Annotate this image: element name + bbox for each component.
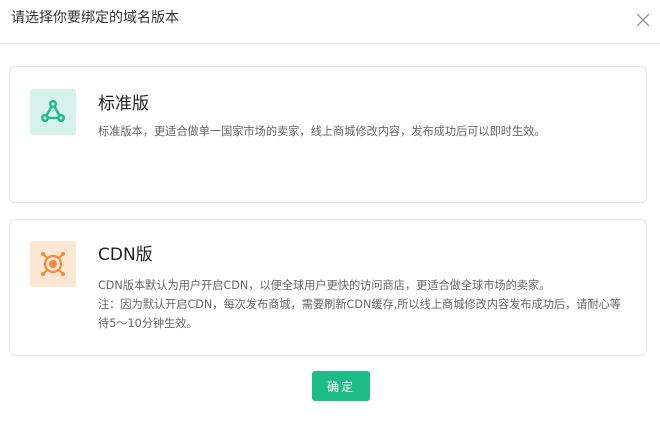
standard-version-icon-box	[30, 89, 76, 135]
cdn-version-title: CDN版	[98, 245, 153, 265]
standard-version-title: 标准版	[98, 94, 149, 114]
standard-version-option[interactable]: 标准版 标准版本，更适合做单一国家市场的卖家，线上商城修改内容，发布成功后可以即…	[9, 66, 647, 203]
close-icon[interactable]	[633, 10, 653, 30]
domain-version-dialog: 请选择你要绑定的域名版本 标准版 标准版本，更适合做单一国家市场的卖家，线上商城…	[0, 0, 660, 423]
dialog-title: 请选择你要绑定的域名版本	[11, 10, 179, 26]
globe-cdn-icon	[41, 252, 65, 276]
cdn-version-icon-box	[30, 241, 76, 287]
confirm-button[interactable]: 确定	[312, 371, 370, 401]
standard-version-description: 标准版本，更适合做单一国家市场的卖家，线上商城修改内容，发布成功后可以即时生效。	[98, 125, 546, 138]
dialog-header: 请选择你要绑定的域名版本	[0, 0, 660, 44]
cdn-version-description: CDN版本默认为用户开启CDN，以便全球用户更快的访问商店，更适合做全球市场的卖…	[98, 276, 628, 333]
cdn-description-line-1: CDN版本默认为用户开启CDN，以便全球用户更快的访问商店，更适合做全球市场的卖…	[98, 279, 551, 292]
cdn-version-option[interactable]: CDN版 CDN版本默认为用户开启CDN，以便全球用户更快的访问商店，更适合做全…	[9, 219, 647, 356]
cdn-description-line-2: 注：因为默认开启CDN，每次发布商城，需要刷新CDN缓存,所以线上商城修改内容发…	[98, 298, 622, 330]
network-nodes-icon	[41, 100, 65, 122]
